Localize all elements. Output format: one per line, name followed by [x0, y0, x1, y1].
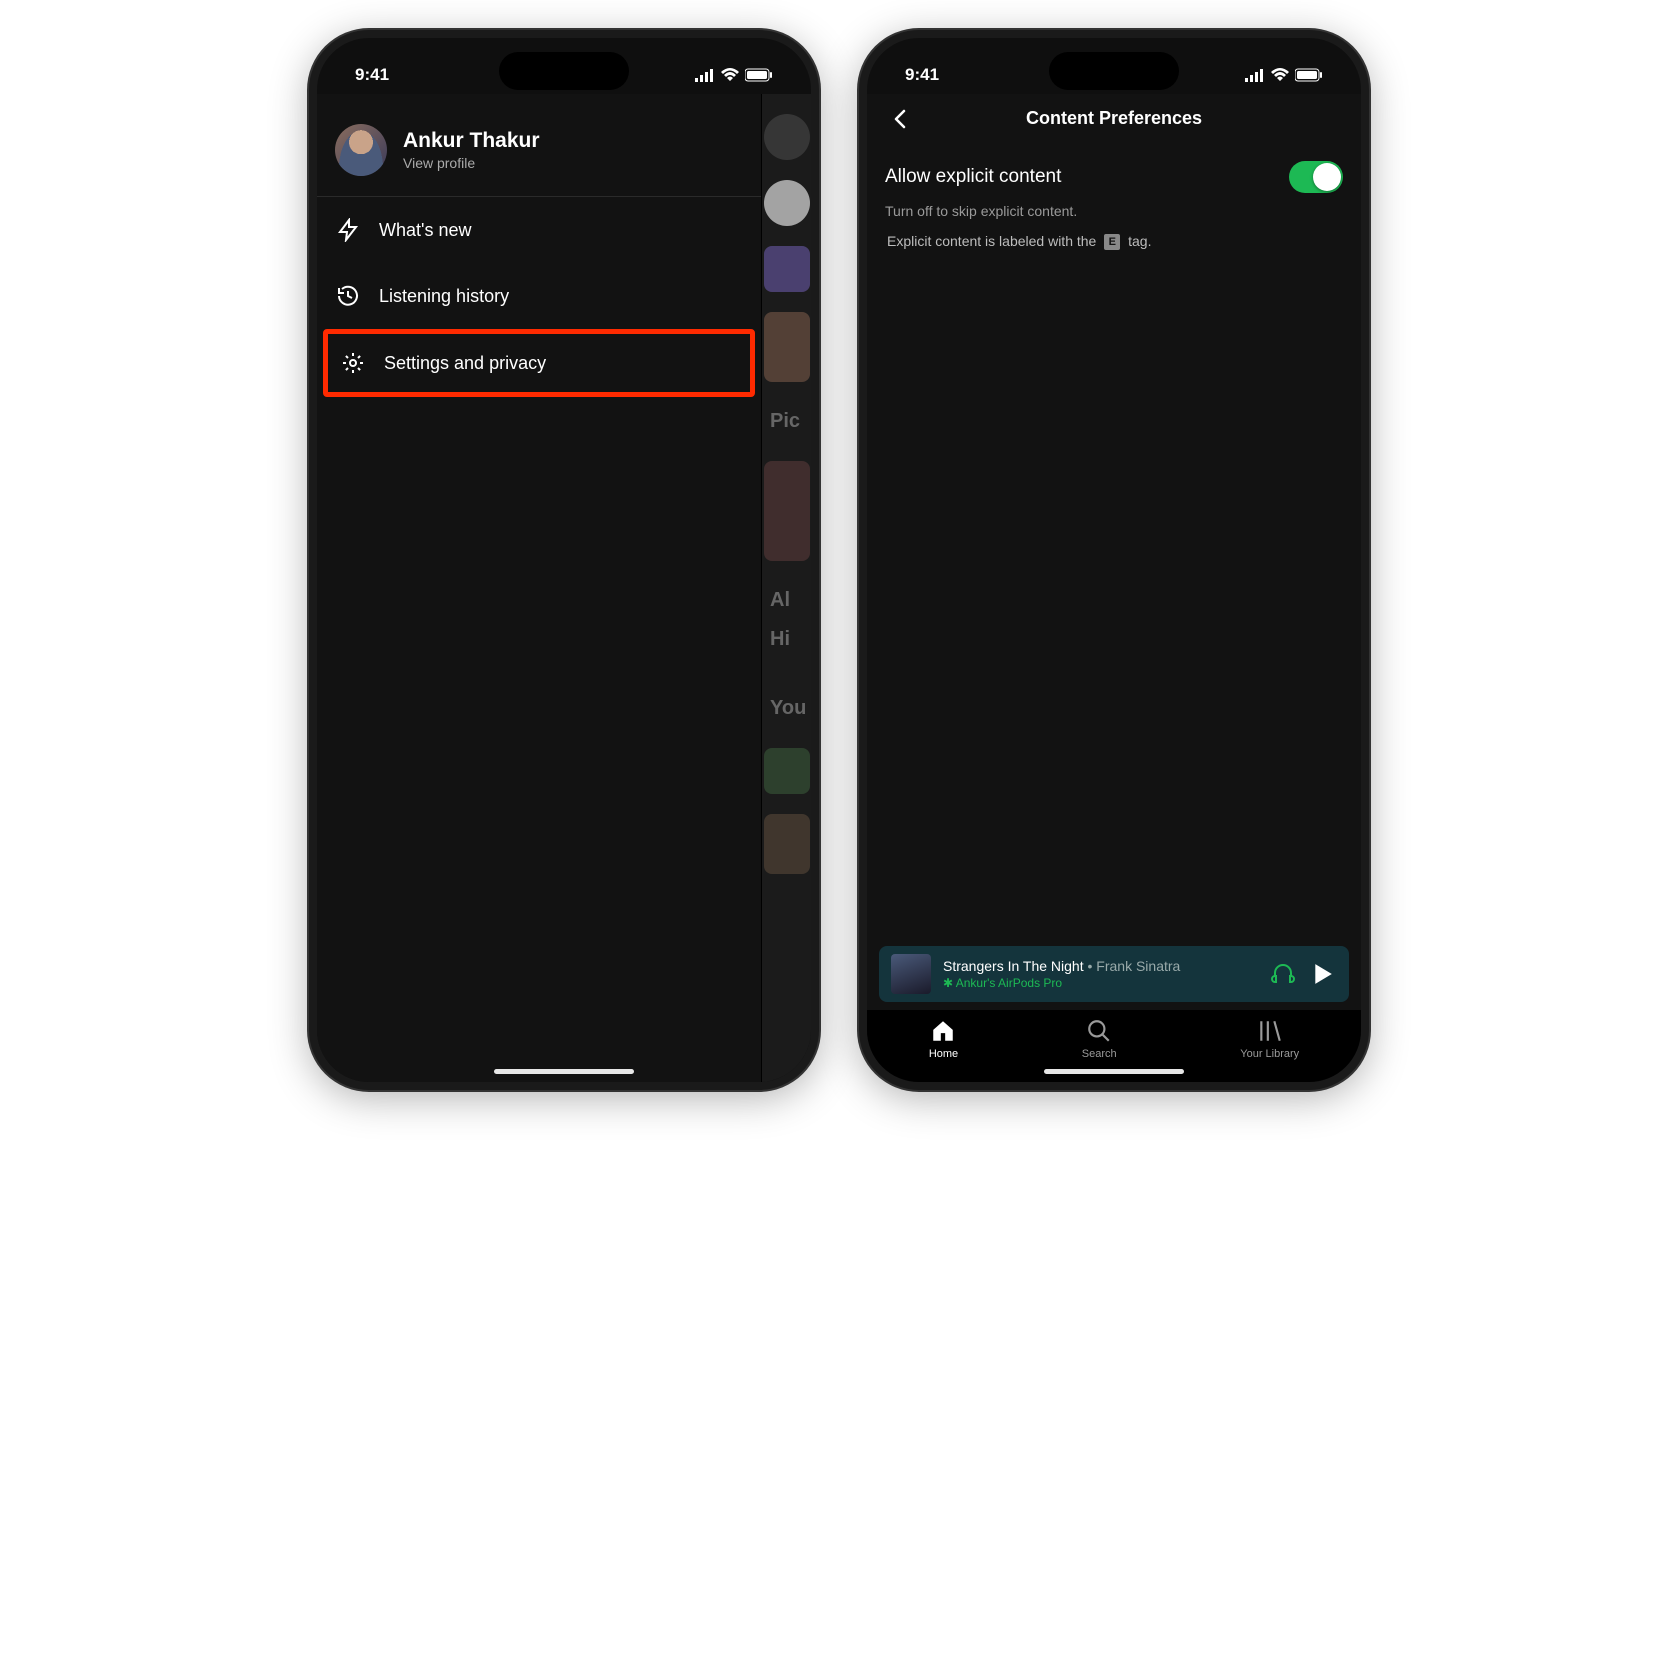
track-name: Strangers In The Night	[943, 958, 1084, 974]
sidebar-menu: Ankur Thakur View profile What's new Lis…	[317, 94, 761, 1082]
menu-label: What's new	[379, 220, 471, 241]
peek-tile	[764, 748, 810, 794]
profile-subtitle: View profile	[403, 155, 540, 171]
cellular-signal-icon	[1245, 68, 1265, 82]
wifi-icon	[1271, 68, 1289, 82]
devices-button[interactable]	[1269, 962, 1297, 986]
home-indicator[interactable]	[1044, 1069, 1184, 1074]
profile-name: Ankur Thakur	[403, 129, 540, 153]
search-icon	[1086, 1018, 1112, 1044]
home-icon	[930, 1018, 956, 1044]
battery-icon	[745, 68, 773, 82]
peek-tile	[764, 246, 810, 292]
menu-item-whats-new[interactable]: What's new	[317, 197, 761, 263]
peek-heading: You	[762, 689, 811, 728]
now-playing-device: ✱ Ankur's AirPods Pro	[943, 976, 1257, 990]
phone-right-content-preferences: 9:41 Content Preferences Allow explicit …	[859, 30, 1369, 1090]
peek-avatar	[764, 114, 810, 160]
menu-label: Listening history	[379, 286, 509, 307]
home-indicator[interactable]	[494, 1069, 634, 1074]
setting-description: Explicit content is labeled with the E t…	[885, 233, 1343, 250]
highlight-settings-privacy: Settings and privacy	[323, 329, 755, 397]
library-icon	[1257, 1018, 1283, 1044]
play-button[interactable]	[1309, 963, 1337, 985]
tab-label: Search	[1082, 1048, 1117, 1060]
artist-name: Frank Sinatra	[1096, 958, 1180, 974]
nav-header: Content Preferences	[867, 94, 1361, 147]
tab-search[interactable]: Search	[1082, 1018, 1117, 1060]
headphones-icon	[1271, 962, 1295, 986]
album-art	[891, 954, 931, 994]
bolt-icon	[335, 217, 361, 243]
setting-title: Allow explicit content	[885, 166, 1061, 188]
setting-allow-explicit: Allow explicit content Turn off to skip …	[867, 147, 1361, 256]
now-playing-track-line: Strangers In The Night • Frank Sinatra	[943, 958, 1257, 974]
phone-left-sidebar: 9:41 Ankur Thakur View profile	[309, 30, 819, 1090]
chevron-left-icon	[892, 109, 908, 129]
tab-home[interactable]: Home	[929, 1018, 958, 1060]
status-time: 9:41	[355, 65, 389, 85]
profile-row[interactable]: Ankur Thakur View profile	[317, 94, 761, 197]
setting-subtitle: Turn off to skip explicit content.	[885, 203, 1343, 219]
gear-icon	[340, 350, 366, 376]
explicit-tag-icon: E	[1104, 234, 1120, 250]
avatar	[335, 124, 387, 176]
tab-label: Your Library	[1240, 1048, 1299, 1060]
menu-label: Settings and privacy	[384, 353, 546, 374]
peek-tile	[764, 461, 810, 561]
explicit-toggle[interactable]	[1289, 161, 1343, 193]
background-peek: Pic Al Hi You	[761, 94, 811, 1082]
device-name: Ankur's AirPods Pro	[956, 976, 1062, 990]
dynamic-island	[1049, 52, 1179, 90]
menu-item-listening-history[interactable]: Listening history	[317, 263, 761, 329]
tab-library[interactable]: Your Library	[1240, 1018, 1299, 1060]
page-title: Content Preferences	[1026, 108, 1202, 129]
peek-tile	[764, 814, 810, 874]
tab-label: Home	[929, 1048, 958, 1060]
peek-heading: Hi	[762, 620, 811, 659]
now-playing-bar[interactable]: Strangers In The Night • Frank Sinatra ✱…	[879, 946, 1349, 1002]
desc-text: tag.	[1128, 233, 1151, 249]
menu-item-settings-privacy[interactable]: Settings and privacy	[328, 334, 750, 392]
separator: •	[1084, 958, 1097, 974]
peek-tile	[764, 312, 810, 382]
back-button[interactable]	[885, 104, 915, 134]
cellular-signal-icon	[695, 68, 715, 82]
switch-knob	[1313, 163, 1341, 191]
dynamic-island	[499, 52, 629, 90]
status-time: 9:41	[905, 65, 939, 85]
wifi-icon	[721, 68, 739, 82]
peek-heading: Pic	[762, 402, 811, 441]
peek-heading: Al	[762, 581, 811, 620]
battery-icon	[1295, 68, 1323, 82]
bluetooth-icon: ✱	[943, 976, 956, 990]
history-icon	[335, 283, 361, 309]
peek-circle	[764, 180, 810, 226]
play-icon	[1313, 963, 1333, 985]
desc-text: Explicit content is labeled with the	[887, 233, 1096, 249]
